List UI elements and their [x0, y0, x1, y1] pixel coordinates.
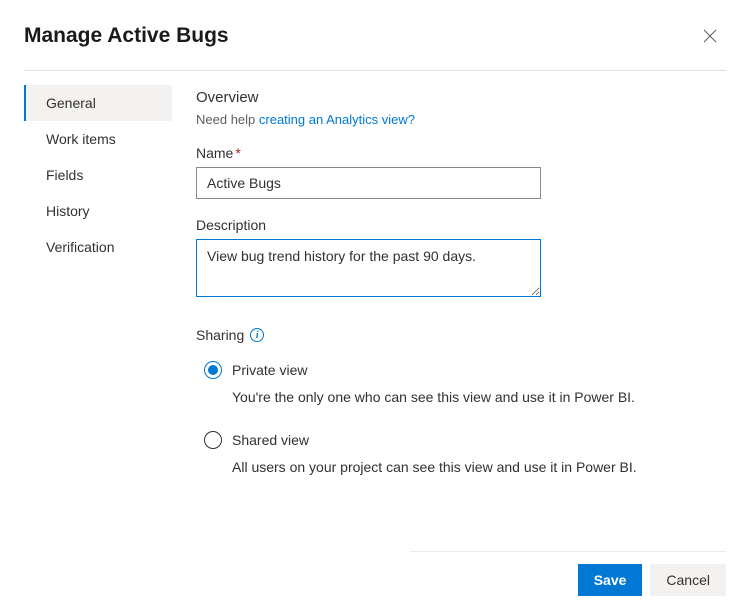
sidebar-item-history[interactable]: History [24, 193, 172, 229]
sidebar-item-label: Work items [46, 131, 116, 147]
radio-option-private: Private view You're the only one who can… [204, 361, 726, 405]
cancel-button[interactable]: Cancel [650, 564, 726, 596]
help-line: Need help creating an Analytics view? [196, 112, 726, 127]
radio-label: Private view [232, 362, 307, 378]
sharing-radio-group: Private view You're the only one who can… [196, 361, 726, 475]
description-field-block: Description View bug trend history for t… [196, 217, 726, 297]
name-label: Name* [196, 145, 726, 161]
description-label: Description [196, 217, 726, 233]
dialog-title: Manage Active Bugs [24, 24, 229, 48]
help-prefix: Need help [196, 112, 259, 127]
sidebar-item-label: History [46, 203, 90, 219]
sidebar-item-label: General [46, 95, 96, 111]
radio-description: All users on your project can see this v… [232, 459, 726, 475]
info-icon[interactable]: i [250, 328, 264, 342]
dialog-header: Manage Active Bugs [0, 0, 750, 70]
footer-buttons: Save Cancel [24, 564, 726, 596]
name-label-text: Name [196, 145, 233, 161]
radio-icon [204, 431, 222, 449]
close-button[interactable] [694, 20, 726, 52]
radio-label: Shared view [232, 432, 309, 448]
overview-heading: Overview [196, 89, 726, 106]
required-asterisk: * [235, 145, 240, 161]
radio-icon [204, 361, 222, 379]
description-textarea[interactable]: View bug trend history for the past 90 d… [196, 239, 541, 297]
dialog-footer: Save Cancel [24, 551, 726, 596]
sharing-label-row: Sharing i [196, 327, 726, 343]
radio-option-shared: Shared view All users on your project ca… [204, 431, 726, 475]
sidebar-item-label: Fields [46, 167, 83, 183]
sidebar-item-verification[interactable]: Verification [24, 229, 172, 265]
save-button[interactable]: Save [578, 564, 643, 596]
name-input[interactable] [196, 167, 541, 199]
sharing-label: Sharing [196, 327, 244, 343]
sidebar-item-label: Verification [46, 239, 114, 255]
sidebar-item-work-items[interactable]: Work items [24, 121, 172, 157]
name-field-block: Name* [196, 145, 726, 199]
dialog-body: General Work items Fields History Verifi… [0, 71, 750, 501]
close-icon [703, 29, 717, 43]
radio-description: You're the only one who can see this vie… [232, 389, 726, 405]
radio-shared[interactable]: Shared view [204, 431, 726, 449]
main-panel: Overview Need help creating an Analytics… [172, 79, 726, 501]
help-link[interactable]: creating an Analytics view? [259, 112, 415, 127]
radio-private[interactable]: Private view [204, 361, 726, 379]
sidebar-item-general[interactable]: General [24, 85, 172, 121]
footer-divider [410, 551, 726, 552]
sidebar-item-fields[interactable]: Fields [24, 157, 172, 193]
sidebar: General Work items Fields History Verifi… [24, 79, 172, 501]
